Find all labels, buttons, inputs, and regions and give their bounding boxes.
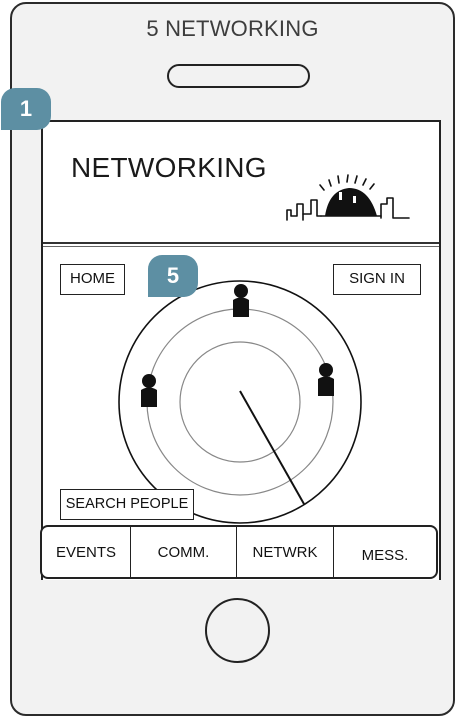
bottom-tab-bar: EVENTS COMM. NETWRK MESS.: [40, 525, 438, 579]
annotation-badge-5: 5: [148, 255, 198, 297]
tab-communities[interactable]: COMM.: [131, 527, 237, 577]
person-icon[interactable]: [318, 363, 334, 396]
search-people-button[interactable]: SEARCH PEOPLE: [60, 489, 194, 520]
speaker-slot: [167, 64, 310, 88]
tab-messages[interactable]: MESS.: [334, 527, 436, 577]
app-title: NETWORKING: [71, 152, 267, 183]
page-title: 5 NETWORKING: [146, 16, 319, 41]
tab-events[interactable]: EVENTS: [42, 527, 131, 577]
person-icon[interactable]: [233, 284, 249, 317]
annotation-badge-1: 1: [1, 88, 51, 130]
tab-network[interactable]: NETWRK: [237, 527, 334, 577]
phone-screen: NETWORKING HOME SIGN IN SEARCH PEOPLE: [41, 120, 441, 580]
header-divider: [43, 242, 439, 244]
city-sunrise-logo-icon: [286, 174, 410, 221]
header-divider-inner: [43, 246, 439, 247]
person-icon[interactable]: [141, 374, 157, 407]
phone-home-button[interactable]: [205, 598, 270, 663]
